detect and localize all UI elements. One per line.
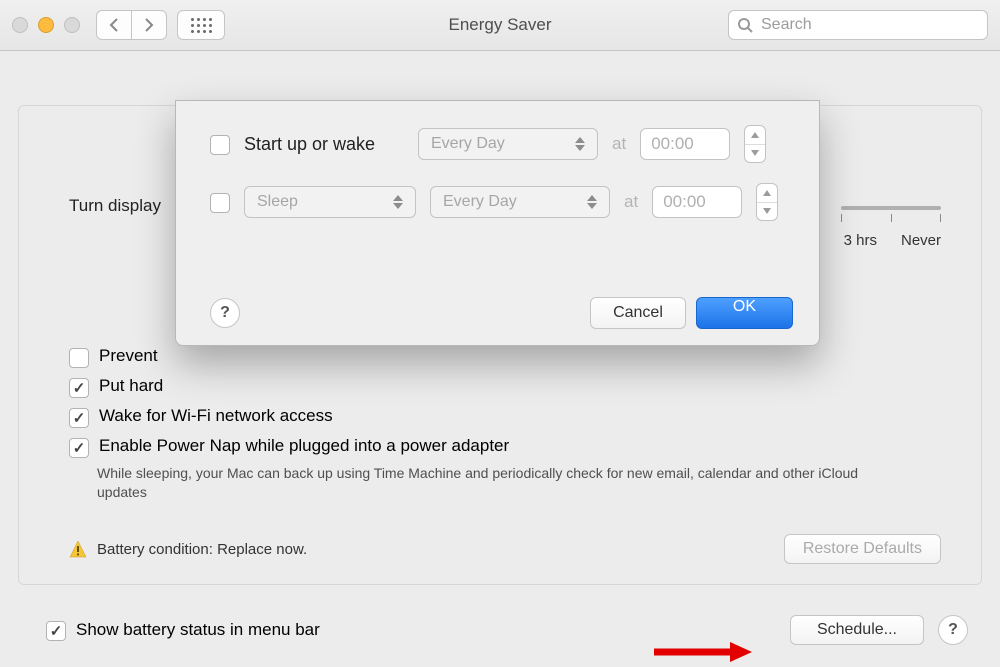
titlebar: Energy Saver [0, 0, 1000, 51]
battery-condition-text: Battery condition: Replace now. [97, 541, 307, 558]
sleep-time-stepper[interactable] [756, 183, 778, 221]
search-input[interactable] [759, 15, 979, 35]
chevron-updown-icon [575, 129, 591, 159]
sleep-action-value: Sleep [257, 193, 298, 211]
schedule-sheet: Start up or wake Every Day at 00:00 [175, 100, 820, 346]
startup-label: Start up or wake [244, 134, 404, 155]
chevron-up-icon [757, 184, 777, 203]
power-nap-row: Enable Power Nap while plugged into a po… [69, 436, 941, 458]
sleep-checkbox[interactable] [210, 193, 230, 213]
at-label-1: at [612, 134, 626, 154]
traffic-lights [12, 17, 80, 33]
show-all-button[interactable] [177, 10, 225, 40]
power-nap-label: Enable Power Nap while plugged into a po… [99, 436, 509, 456]
sheet-help-button[interactable]: ? [210, 298, 240, 328]
wake-wifi-label: Wake for Wi-Fi network access [99, 406, 333, 426]
prevent-sleep-row: Prevent [69, 346, 941, 368]
forward-button[interactable] [131, 11, 166, 39]
chevron-updown-icon [393, 187, 409, 217]
chevron-up-icon [745, 126, 765, 145]
slider-tick-3hrs: 3 hrs [844, 232, 877, 249]
chevron-down-icon [757, 203, 777, 221]
preferences-window: Energy Saver Turn display 3 hrs Never Pr… [0, 0, 1000, 667]
options-list: Prevent Put hard Wake for Wi-Fi network … [69, 346, 941, 502]
chevron-updown-icon [587, 187, 603, 217]
wake-wifi-row: Wake for Wi-Fi network access [69, 406, 941, 428]
window-close-button[interactable] [12, 17, 28, 33]
prevent-sleep-checkbox[interactable] [69, 348, 89, 368]
ok-button[interactable]: OK [696, 297, 793, 329]
back-button[interactable] [97, 11, 131, 39]
window-minimize-button[interactable] [38, 17, 54, 33]
wake-wifi-checkbox[interactable] [69, 408, 89, 428]
display-off-slider[interactable] [841, 206, 941, 210]
at-label-2: at [624, 192, 638, 212]
window-zoom-button[interactable] [64, 17, 80, 33]
grid-icon [191, 18, 212, 33]
schedule-startup-row: Start up or wake Every Day at 00:00 [210, 125, 793, 163]
power-nap-description: While sleeping, your Mac can back up usi… [97, 464, 877, 502]
sleep-day-value: Every Day [443, 193, 517, 211]
schedule-button[interactable]: Schedule... [790, 615, 924, 645]
turn-display-off-label: Turn display [69, 196, 161, 216]
put-hard-disk-row: Put hard [69, 376, 941, 398]
footer-row: Show battery status in menu bar Schedule… [0, 593, 1000, 667]
cancel-button[interactable]: Cancel [590, 297, 686, 329]
startup-day-select[interactable]: Every Day [418, 128, 598, 160]
startup-day-value: Every Day [431, 135, 505, 153]
put-hard-disk-checkbox[interactable] [69, 378, 89, 398]
chevron-down-icon [745, 145, 765, 163]
body: Turn display 3 hrs Never Prevent Put har… [0, 50, 1000, 667]
show-battery-checkbox[interactable] [46, 621, 66, 641]
search-icon [737, 17, 753, 33]
slider-labels: 3 hrs Never [844, 232, 941, 249]
search-field[interactable] [728, 10, 988, 40]
show-battery-label: Show battery status in menu bar [76, 620, 320, 640]
nav-back-forward [96, 10, 167, 40]
warning-icon [69, 540, 87, 558]
sleep-time-field[interactable]: 00:00 [652, 186, 742, 218]
sheet-footer: ? Cancel OK [210, 297, 793, 329]
slider-ticks [841, 214, 941, 222]
startup-time-stepper[interactable] [744, 125, 766, 163]
slider-tick-never: Never [901, 232, 941, 249]
startup-checkbox[interactable] [210, 135, 230, 155]
help-button[interactable]: ? [938, 615, 968, 645]
schedule-sleep-row: Sleep Every Day at 00:00 [210, 183, 793, 221]
power-nap-checkbox[interactable] [69, 438, 89, 458]
prevent-sleep-label: Prevent [99, 346, 158, 366]
restore-defaults-button[interactable]: Restore Defaults [784, 534, 941, 564]
sleep-day-select[interactable]: Every Day [430, 186, 610, 218]
sleep-action-select[interactable]: Sleep [244, 186, 416, 218]
battery-status-row: Battery condition: Replace now. Restore … [69, 534, 941, 564]
startup-time-field[interactable]: 00:00 [640, 128, 730, 160]
put-hard-disk-label: Put hard [99, 376, 163, 396]
